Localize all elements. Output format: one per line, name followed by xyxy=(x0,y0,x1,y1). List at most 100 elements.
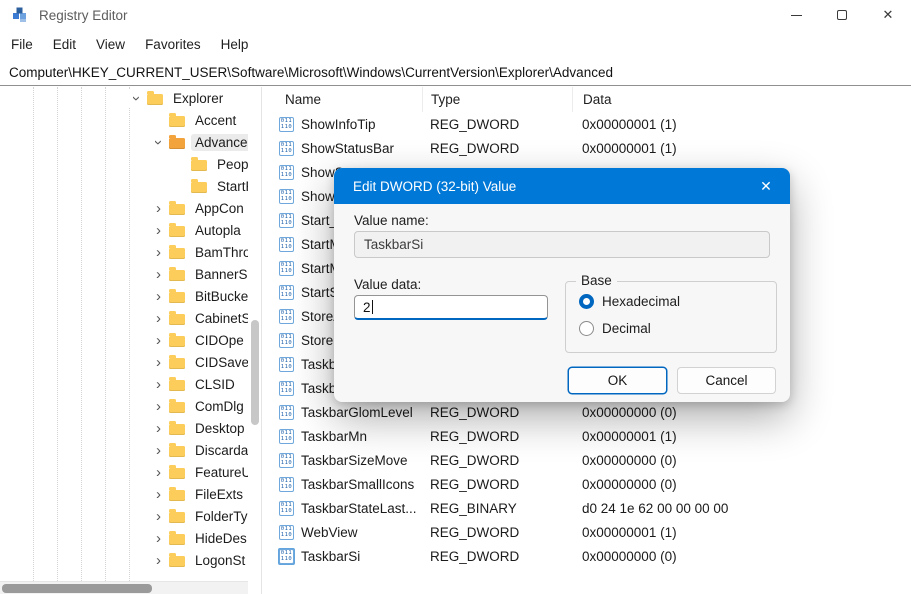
title-bar[interactable]: Registry Editor ✕ xyxy=(0,0,911,30)
binary-icon xyxy=(279,261,294,276)
reg-value-icon xyxy=(278,260,295,277)
value-type-text: REG_DWORD xyxy=(422,549,572,564)
folder-icon xyxy=(169,556,185,567)
list-row-taskbarglomlevel[interactable]: TaskbarGlomLevelREG_DWORD0x00000000 (0) xyxy=(262,400,911,424)
dialog-close-button[interactable]: ✕ xyxy=(742,168,790,204)
tree-item-logonst[interactable]: ›LogonSt xyxy=(0,549,248,571)
list-row-showinfotip[interactable]: ShowInfoTipREG_DWORD0x00000001 (1) xyxy=(262,112,911,136)
tree-item-featureu[interactable]: ›FeatureU xyxy=(0,461,248,483)
list-row-taskbarsi[interactable]: TaskbarSiREG_DWORD0x00000000 (0) xyxy=(262,544,911,568)
tree-item-advanced[interactable]: ›Advanced xyxy=(0,131,248,153)
folder-icon xyxy=(169,468,185,479)
list-row-taskbarmn[interactable]: TaskbarMnREG_DWORD0x00000001 (1) xyxy=(262,424,911,448)
tree-item-cidope[interactable]: ›CIDOpe xyxy=(0,329,248,351)
tree-item-startp[interactable]: StartP xyxy=(0,175,248,197)
tree-item-hidedes[interactable]: › HideDes xyxy=(0,527,248,549)
reg-value-icon xyxy=(278,380,295,397)
chevron-right-icon[interactable]: › xyxy=(150,487,167,502)
list-row-showstatusbar[interactable]: ShowStatusBarREG_DWORD0x00000001 (1) xyxy=(262,136,911,160)
tree-item-bamthro[interactable]: ›BamThro xyxy=(0,241,248,263)
menu-view[interactable]: View xyxy=(86,37,135,52)
chevron-right-icon[interactable]: › xyxy=(150,443,167,458)
value-data-text: 2 xyxy=(363,300,371,315)
chevron-right-icon[interactable]: › xyxy=(150,465,167,480)
minimize-button[interactable] xyxy=(773,0,819,30)
vertical-scrollbar-thumb[interactable] xyxy=(251,320,259,425)
value-data-input[interactable]: 2 xyxy=(354,295,548,320)
horizontal-scrollbar-thumb[interactable] xyxy=(2,584,152,593)
radio-hexadecimal[interactable]: Hexadecimal xyxy=(579,294,680,309)
value-type-text: REG_DWORD xyxy=(422,525,572,540)
chevron-down-icon[interactable]: › xyxy=(129,90,144,107)
column-header-data[interactable]: Data xyxy=(572,87,911,112)
radio-unselected-icon xyxy=(579,321,594,336)
chevron-right-icon[interactable]: › xyxy=(150,377,167,392)
chevron-right-icon[interactable]: › xyxy=(150,509,167,524)
value-name-field[interactable]: TaskbarSi xyxy=(354,231,770,258)
chevron-right-icon[interactable]: › xyxy=(150,267,167,282)
tree-item-fileexts[interactable]: ›FileExts xyxy=(0,483,248,505)
chevron-right-icon[interactable]: › xyxy=(150,355,167,370)
folder-icon xyxy=(169,534,185,545)
registry-editor-window: Registry Editor ✕ File Edit View Favorit… xyxy=(0,0,911,594)
tree-item-peopl[interactable]: Peopl xyxy=(0,153,248,175)
chevron-right-icon[interactable]: › xyxy=(150,223,167,238)
list-row-webview[interactable]: WebViewREG_DWORD0x00000001 (1) xyxy=(262,520,911,544)
value-data-text: 0x00000001 (1) xyxy=(572,117,911,132)
tree-item-label: BannerS xyxy=(191,266,248,283)
chevron-right-icon[interactable]: › xyxy=(150,553,167,568)
tree-item-cidsave[interactable]: ›CIDSave xyxy=(0,351,248,373)
column-header-name[interactable]: Name xyxy=(262,87,422,112)
tree-item-desktop[interactable]: ›Desktop xyxy=(0,417,248,439)
chevron-right-icon[interactable]: › xyxy=(150,311,167,326)
tree-vertical-scrollbar[interactable] xyxy=(249,87,261,581)
dialog-title-bar[interactable]: Edit DWORD (32-bit) Value ✕ xyxy=(334,168,790,204)
tree-item-clsid[interactable]: ›CLSID xyxy=(0,373,248,395)
tree-item-accent[interactable]: Accent xyxy=(0,109,248,131)
maximize-button[interactable] xyxy=(819,0,865,30)
tree-item-explorer[interactable]: › Explorer xyxy=(0,87,248,109)
tree-item-label: HideDes xyxy=(191,530,248,547)
chevron-right-icon[interactable]: › xyxy=(150,531,167,546)
chevron-right-icon[interactable]: › xyxy=(150,201,167,216)
menu-edit[interactable]: Edit xyxy=(43,37,86,52)
tree-item-comdlg[interactable]: ›ComDlg xyxy=(0,395,248,417)
tree-item-appcon[interactable]: ›AppCon xyxy=(0,197,248,219)
base-group-label: Base xyxy=(576,273,617,288)
menu-favorites[interactable]: Favorites xyxy=(135,37,211,52)
binary-icon xyxy=(279,501,294,516)
chevron-right-icon[interactable]: › xyxy=(150,421,167,436)
tree-item-folderty[interactable]: ›FolderTy xyxy=(0,505,248,527)
tree-item-cabinets[interactable]: ›CabinetS xyxy=(0,307,248,329)
menu-file[interactable]: File xyxy=(1,37,43,52)
column-header-type[interactable]: Type xyxy=(422,87,572,112)
dialog-title: Edit DWORD (32-bit) Value xyxy=(353,179,516,194)
ok-button[interactable]: OK xyxy=(568,367,667,394)
tree-item-autopla[interactable]: ›Autopla xyxy=(0,219,248,241)
reg-value-icon xyxy=(278,452,295,469)
list-row-taskbarsmallicons[interactable]: TaskbarSmallIconsREG_DWORD0x00000000 (0) xyxy=(262,472,911,496)
radio-decimal[interactable]: Decimal xyxy=(579,321,651,336)
tree-horizontal-scrollbar[interactable] xyxy=(0,581,248,594)
value-data-text: 0x00000000 (0) xyxy=(572,405,911,420)
chevron-right-icon[interactable]: › xyxy=(150,289,167,304)
tree-item-discarda[interactable]: › Discarda xyxy=(0,439,248,461)
list-row-taskbarsizemove[interactable]: TaskbarSizeMoveREG_DWORD0x00000000 (0) xyxy=(262,448,911,472)
tree-item-banners[interactable]: › BannerS xyxy=(0,263,248,285)
chevron-down-icon[interactable]: › xyxy=(151,134,166,151)
chevron-right-icon[interactable]: › xyxy=(150,399,167,414)
tree-item-bitbucke[interactable]: ›BitBucke xyxy=(0,285,248,307)
chevron-right-icon[interactable]: › xyxy=(150,333,167,348)
menu-bar: File Edit View Favorites Help xyxy=(0,30,911,59)
cancel-button[interactable]: Cancel xyxy=(677,367,776,394)
value-type-text: REG_DWORD xyxy=(422,453,572,468)
binary-icon xyxy=(279,141,294,156)
address-bar[interactable]: Computer\HKEY_CURRENT_USER\Software\Micr… xyxy=(0,59,911,86)
list-row-taskbarstatelast-[interactable]: TaskbarStateLast...REG_BINARYd0 24 1e 62… xyxy=(262,496,911,520)
close-button[interactable]: ✕ xyxy=(865,0,911,30)
menu-help[interactable]: Help xyxy=(211,37,259,52)
cell-name: ShowInfoTip xyxy=(262,116,422,133)
tree-item-label: Explorer xyxy=(169,90,227,107)
tree-item-label: Discarda xyxy=(191,442,248,459)
chevron-right-icon[interactable]: › xyxy=(150,245,167,260)
